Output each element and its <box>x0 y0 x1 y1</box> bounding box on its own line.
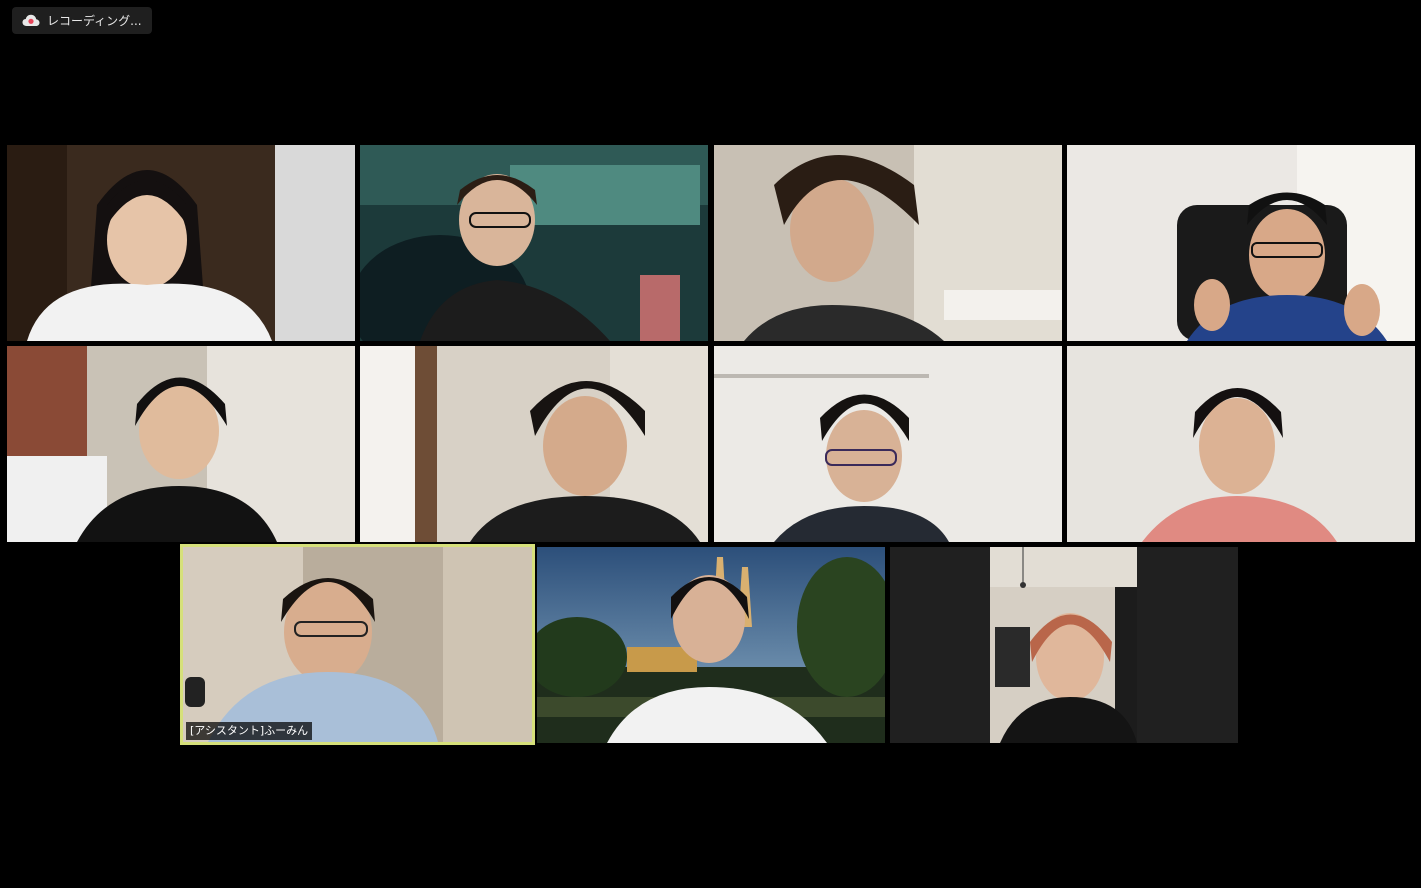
video-gallery: レコーディング... [アシスタント]ふーみん <box>0 0 1421 888</box>
video-feed <box>1067 346 1415 542</box>
video-feed <box>7 346 355 542</box>
video-feed <box>714 346 1062 542</box>
video-feed <box>537 547 885 743</box>
participant-video-tile[interactable] <box>1067 346 1415 542</box>
participant-video-tile[interactable] <box>714 145 1062 341</box>
cloud-recording-icon <box>22 14 40 28</box>
video-feed <box>183 547 532 742</box>
recording-indicator[interactable]: レコーディング... <box>12 7 152 34</box>
participant-video-tile[interactable] <box>537 547 885 743</box>
participant-video-tile[interactable] <box>7 145 355 341</box>
participant-video-tile[interactable] <box>1067 145 1415 341</box>
video-feed <box>360 346 708 542</box>
participant-video-tile[interactable] <box>360 145 708 341</box>
participant-name: [アシスタント]ふーみん <box>186 722 313 740</box>
video-feed <box>1067 145 1415 341</box>
video-feed <box>7 145 355 341</box>
video-feed <box>890 547 1238 743</box>
participant-video-tile[interactable] <box>7 346 355 542</box>
participant-video-tile[interactable] <box>714 346 1062 542</box>
video-feed <box>714 145 1062 341</box>
recording-label: レコーディング... <box>47 14 142 28</box>
participant-video-tile[interactable] <box>360 346 708 542</box>
active-speaker-tile[interactable]: [アシスタント]ふーみん <box>180 544 535 745</box>
participant-video-tile[interactable] <box>890 547 1238 743</box>
video-feed <box>360 145 708 341</box>
